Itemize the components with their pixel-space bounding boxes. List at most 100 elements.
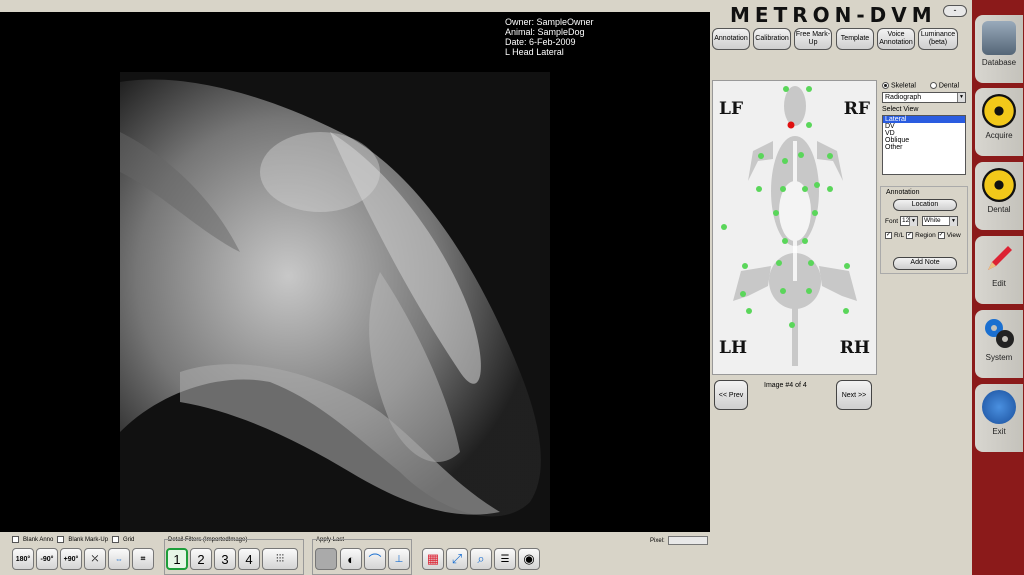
radiograph-image bbox=[120, 72, 550, 532]
image-info-overlay: Owner: SampleOwner Animal: SampleDog Dat… bbox=[505, 17, 594, 57]
magnifier-icon: ⌕ bbox=[477, 551, 485, 566]
sidebar-item-edit[interactable]: Edit bbox=[975, 236, 1023, 304]
date-text: Date: 6-Feb-2009 bbox=[505, 37, 576, 47]
view-option-oblique[interactable]: Oblique bbox=[883, 137, 965, 144]
next-button[interactable]: Next >> bbox=[836, 380, 872, 410]
brand-title: METRON-DVM bbox=[730, 3, 937, 27]
voice-annotation-button[interactable]: Voice Annotation bbox=[877, 28, 915, 50]
radiation-icon bbox=[982, 94, 1016, 128]
checklist-icon: ☰ bbox=[500, 553, 510, 565]
colormap-button[interactable]: ▦ bbox=[422, 548, 444, 570]
sidebar-item-database[interactable]: Database bbox=[975, 15, 1023, 83]
view-label: View bbox=[946, 232, 961, 239]
main-sidebar: Database Acquire Dental Edit System Exit bbox=[972, 0, 1024, 575]
view-checkbox[interactable]: ✓ bbox=[937, 232, 945, 239]
eye-icon: ◉ bbox=[523, 551, 535, 566]
modality-value: Radiograph bbox=[885, 94, 922, 102]
skeletal-radio[interactable] bbox=[882, 82, 889, 89]
blank-markup-checkbox[interactable] bbox=[57, 536, 65, 543]
filter-3-button[interactable]: 3 bbox=[214, 548, 236, 570]
font-color-select[interactable]: White ▼ bbox=[922, 216, 959, 226]
pixel-value-field bbox=[667, 536, 708, 545]
grid-label: Grid bbox=[123, 536, 135, 543]
exit-icon bbox=[982, 390, 1016, 424]
calibration-button[interactable]: Calibration bbox=[753, 28, 791, 50]
apply-last-preview[interactable] bbox=[315, 548, 337, 570]
filter-2-button[interactable]: 2 bbox=[190, 548, 212, 570]
font-color-value: White bbox=[924, 217, 941, 224]
skeletal-label: Skeletal bbox=[891, 82, 916, 90]
prev-button[interactable]: << Prev bbox=[714, 380, 748, 410]
expand-icon: ⤢ bbox=[451, 551, 463, 566]
location-button[interactable]: Location bbox=[893, 199, 957, 211]
sidebar-item-dental[interactable]: Dental bbox=[975, 162, 1023, 230]
database-icon bbox=[982, 21, 1016, 55]
filter-4-label: 4 bbox=[245, 551, 253, 567]
owner-text: Owner: SampleOwner bbox=[505, 17, 594, 27]
invert-button[interactable]: ◐ bbox=[340, 548, 362, 570]
template-button[interactable]: Template bbox=[836, 28, 874, 50]
view-option-other[interactable]: Other bbox=[883, 144, 965, 151]
filter-4-button[interactable]: 4 bbox=[238, 548, 260, 570]
zoom-button[interactable]: ⌕ bbox=[470, 548, 492, 570]
filter-2-label: 2 bbox=[197, 551, 205, 567]
font-size-select[interactable]: 12 ▼ bbox=[900, 216, 919, 226]
sidebar-item-system[interactable]: System bbox=[975, 310, 1023, 378]
filter-1-button[interactable]: 1 bbox=[166, 548, 188, 570]
anatomy-diagram[interactable]: LF RF LH RH bbox=[712, 80, 877, 375]
curve-icon: ⌒ bbox=[368, 552, 382, 568]
annotation-panel-title: Annotation bbox=[886, 189, 920, 196]
metron-app: Owner: SampleOwner Animal: SampleDog Dat… bbox=[0, 0, 1024, 575]
crop-icon: ⌗ bbox=[140, 554, 146, 563]
image-viewer[interactable]: Owner: SampleOwner Animal: SampleDog Dat… bbox=[0, 12, 710, 532]
dental-radio[interactable] bbox=[929, 82, 937, 89]
view-list[interactable]: Lateral DV VD Oblique Other bbox=[882, 115, 966, 176]
curve-button[interactable]: ⌒ bbox=[364, 548, 386, 570]
animal-text: Animal: SampleDog bbox=[505, 27, 585, 37]
fit-screen-button[interactable]: ⤢ bbox=[446, 548, 468, 570]
crop-button[interactable]: ⌗ bbox=[132, 548, 154, 570]
rl-label: R/L bbox=[894, 232, 905, 239]
view-option-dv[interactable]: DV bbox=[883, 123, 965, 130]
flip-horizontal-button[interactable]: ⇔ bbox=[108, 548, 130, 570]
rl-checkbox[interactable]: ✓ bbox=[885, 232, 892, 239]
sidebar-item-exit[interactable]: Exit bbox=[975, 384, 1023, 452]
chevron-down-icon: ▼ bbox=[909, 217, 918, 226]
grid-checkbox[interactable] bbox=[112, 536, 120, 543]
pencil-icon bbox=[982, 242, 1016, 276]
rotate-180-icon: 180° bbox=[15, 555, 31, 563]
rotate-minus90-button[interactable]: -90° bbox=[36, 548, 58, 570]
dental-radiation-icon bbox=[982, 168, 1016, 202]
region-label: Region bbox=[915, 232, 936, 239]
region-checkbox[interactable]: ✓ bbox=[906, 232, 914, 239]
sidebar-item-label: Dental bbox=[987, 205, 1011, 214]
free-markup-button[interactable]: Free Mark-Up bbox=[794, 28, 832, 50]
flip-vertical-button[interactable]: ⤫ bbox=[84, 548, 106, 570]
sliders-icon: ⫶⫶⫶ bbox=[275, 552, 285, 565]
add-note-button[interactable]: Add Note bbox=[893, 257, 957, 270]
blank-anno-checkbox[interactable] bbox=[12, 536, 19, 543]
view-text: L Head Lateral bbox=[505, 47, 564, 57]
luminance-button[interactable]: Luminance (beta) bbox=[918, 28, 958, 50]
filter-settings-button[interactable]: ⫶⫶⫶ bbox=[262, 548, 298, 570]
font-label: Font bbox=[885, 217, 899, 225]
chevron-down-icon: ▼ bbox=[957, 93, 965, 103]
sidebar-item-acquire[interactable]: Acquire bbox=[975, 88, 1023, 156]
levels-button[interactable]: ⊥ bbox=[388, 548, 410, 570]
select-view-label: Select View bbox=[882, 106, 919, 114]
modality-select[interactable]: Radiograph ▼ bbox=[882, 92, 966, 104]
minimize-button[interactable]: - bbox=[943, 5, 967, 17]
blank-anno-label: Blank Anno bbox=[23, 536, 54, 543]
annotation-button[interactable]: Annotation bbox=[712, 28, 750, 50]
rotate-180-button[interactable]: 180° bbox=[12, 548, 34, 570]
sidebar-item-label: System bbox=[985, 353, 1013, 362]
levels-icon: ⊥ bbox=[394, 553, 404, 565]
view-option-vd[interactable]: VD bbox=[883, 130, 965, 137]
rotate-plus90-button[interactable]: +90° bbox=[60, 548, 82, 570]
sidebar-item-label: Database bbox=[981, 58, 1017, 67]
view-button[interactable]: ◉ bbox=[518, 548, 540, 570]
sidebar-item-label: Exit bbox=[992, 427, 1006, 436]
view-option-lateral[interactable]: Lateral bbox=[883, 116, 965, 124]
flip-x-icon: ⤫ bbox=[91, 554, 99, 563]
checklist-button[interactable]: ☰ bbox=[494, 548, 516, 570]
